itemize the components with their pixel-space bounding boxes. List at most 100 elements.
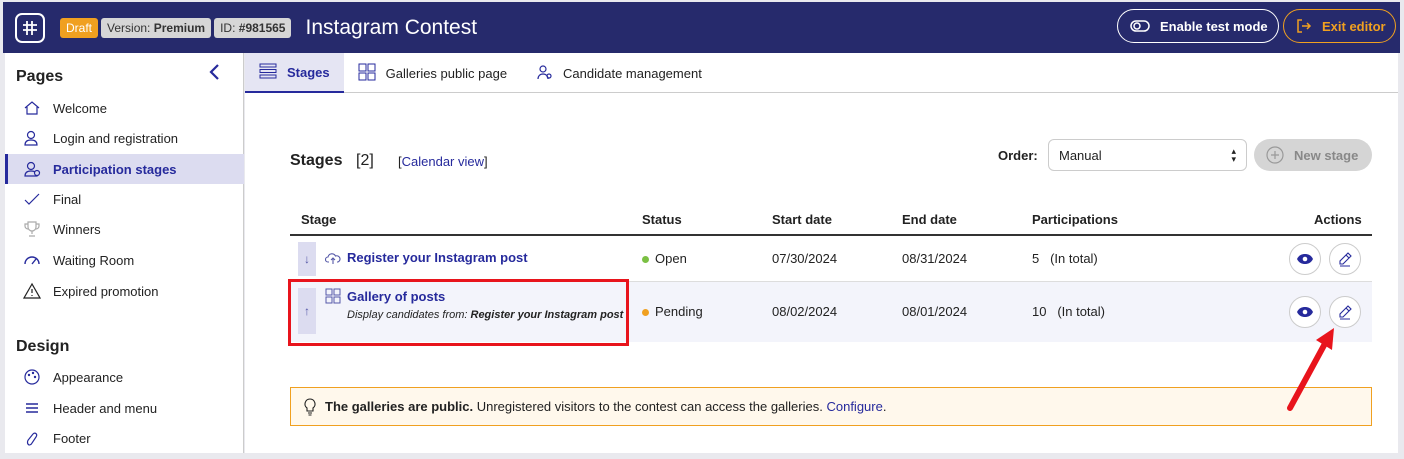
tab-label: Galleries public page bbox=[385, 65, 508, 81]
calendar-view-label: Calendar view bbox=[401, 154, 484, 169]
main-content: Stages Galleries public page Candidate m… bbox=[245, 53, 1398, 453]
sidebar-item-participation-stages[interactable]: Participation stages bbox=[5, 154, 244, 184]
cloud-upload-icon bbox=[325, 252, 341, 264]
stage-link[interactable]: Register your Instagram post bbox=[347, 250, 528, 265]
exit-editor-button[interactable]: Exit editor bbox=[1283, 9, 1396, 43]
sidebar-item-label: Participation stages bbox=[53, 161, 177, 177]
toggle-icon bbox=[1130, 20, 1150, 32]
table-row: ↓ Register your Instagram post Open 07/3… bbox=[290, 236, 1372, 282]
logo-icon[interactable] bbox=[15, 12, 45, 43]
sidebar-item-header-menu[interactable]: Header and menu bbox=[5, 393, 244, 423]
tab-label: Stages bbox=[287, 64, 330, 80]
sidebar-item-label: Appearance bbox=[53, 369, 124, 385]
sidebar-item-final[interactable]: Final bbox=[5, 184, 244, 214]
tab-stages[interactable]: Stages bbox=[245, 53, 344, 93]
column-header-start-date: Start date bbox=[772, 212, 832, 227]
sidebar-item-winners[interactable]: Winners bbox=[5, 214, 244, 244]
warning-icon bbox=[23, 282, 41, 300]
column-header-stage: Stage bbox=[301, 212, 337, 227]
column-header-status: Status bbox=[642, 212, 682, 227]
sidebar-item-welcome[interactable]: Welcome bbox=[5, 93, 244, 123]
home-icon bbox=[23, 99, 41, 117]
status-text: Open bbox=[655, 251, 687, 266]
start-date-cell: 07/30/2024 bbox=[772, 251, 838, 266]
sidebar-item-label: Login and registration bbox=[53, 130, 179, 146]
id-badge: ID: #981565 bbox=[214, 17, 292, 38]
tab-candidate-management[interactable]: Candidate management bbox=[521, 53, 716, 93]
palette-icon bbox=[23, 368, 41, 386]
sidebar: Pages Welcome Login and registration Par… bbox=[5, 53, 244, 453]
trophy-icon bbox=[23, 220, 41, 238]
eye-icon bbox=[1297, 307, 1313, 317]
notice-text: The galleries are public. Unregistered v… bbox=[325, 399, 886, 414]
sidebar-item-waiting-room[interactable]: Waiting Room bbox=[5, 245, 244, 275]
stages-count: [2] bbox=[356, 152, 374, 169]
sidebar-item-label: Welcome bbox=[53, 100, 107, 116]
order-value: Manual bbox=[1059, 147, 1102, 163]
column-header-actions: Actions bbox=[1314, 212, 1362, 227]
view-button[interactable] bbox=[1289, 243, 1321, 275]
sidebar-item-appearance[interactable]: Appearance bbox=[5, 362, 244, 392]
notice-body: Unregistered visitors to the contest can… bbox=[473, 399, 827, 414]
order-select[interactable]: Manual ▴ ▾ bbox=[1048, 139, 1247, 171]
stages-title: Stages bbox=[290, 152, 343, 169]
sidebar-item-login[interactable]: Login and registration bbox=[5, 123, 244, 153]
arrow-down-icon: ↓ bbox=[304, 252, 310, 266]
configure-link[interactable]: Configure bbox=[826, 399, 882, 414]
new-stage-label: New stage bbox=[1294, 147, 1359, 163]
participations-note: (In total) bbox=[1057, 304, 1105, 319]
exit-icon bbox=[1297, 19, 1312, 33]
page-title: Instagram Contest bbox=[305, 15, 478, 39]
enable-test-mode-button[interactable]: Enable test mode bbox=[1117, 9, 1279, 43]
status-text: Pending bbox=[655, 304, 703, 319]
grid-icon bbox=[358, 63, 376, 84]
check-icon bbox=[23, 190, 41, 208]
calendar-view-link[interactable]: [Calendar view] bbox=[398, 154, 488, 169]
gauge-icon bbox=[23, 251, 41, 269]
new-stage-button[interactable]: New stage bbox=[1254, 139, 1372, 171]
status-dot bbox=[642, 256, 649, 264]
id-prefix: ID: bbox=[220, 20, 236, 35]
version-value: Premium bbox=[153, 20, 206, 35]
bracket-close: ] bbox=[484, 154, 488, 169]
sidebar-item-footer[interactable]: Footer bbox=[5, 423, 244, 453]
id-value: #981565 bbox=[238, 20, 286, 35]
user-icon bbox=[23, 129, 41, 147]
participations-count: 5 bbox=[1032, 251, 1040, 266]
plus-circle-icon bbox=[1266, 146, 1284, 164]
tab-galleries-public-page[interactable]: Galleries public page bbox=[344, 53, 521, 93]
enable-test-mode-label: Enable test mode bbox=[1160, 18, 1268, 34]
sidebar-item-label: Expired promotion bbox=[53, 283, 159, 299]
order-label: Order: bbox=[998, 148, 1038, 163]
sidebar-item-label: Winners bbox=[53, 221, 101, 237]
pencil-icon bbox=[1339, 252, 1352, 267]
design-heading: Design bbox=[16, 338, 70, 355]
sidebar-item-label: Final bbox=[53, 191, 82, 207]
edit-button[interactable] bbox=[1329, 243, 1361, 275]
tab-label: Candidate management bbox=[563, 65, 702, 81]
end-date-cell: 08/31/2024 bbox=[902, 251, 968, 266]
participations-cell: 5 (In total) bbox=[1032, 251, 1098, 266]
annotation-highlight-box bbox=[288, 279, 629, 346]
draft-badge: Draft bbox=[60, 17, 99, 38]
version-prefix: Version: bbox=[107, 20, 151, 35]
participations-note: (In total) bbox=[1050, 251, 1098, 266]
annotation-arrow-icon bbox=[1287, 328, 1334, 411]
column-header-participations: Participations bbox=[1032, 212, 1118, 227]
stage-name-cell: Register your Instagram post bbox=[325, 250, 528, 265]
status-cell: Open bbox=[642, 251, 687, 266]
move-down-handle[interactable]: ↓ bbox=[298, 242, 316, 276]
pages-heading: Pages bbox=[16, 68, 64, 85]
collapse-sidebar-icon[interactable] bbox=[208, 63, 222, 84]
users-icon bbox=[535, 63, 553, 84]
list-icon bbox=[259, 63, 277, 82]
sidebar-item-expired-promotion[interactable]: Expired promotion bbox=[5, 276, 244, 306]
user-stage-icon bbox=[23, 160, 41, 178]
exit-editor-label: Exit editor bbox=[1322, 18, 1386, 34]
tab-bar: Stages Galleries public page Candidate m… bbox=[245, 53, 1398, 93]
sidebar-item-label: Footer bbox=[53, 430, 91, 446]
select-arrows-icon: ▴ ▾ bbox=[1231, 146, 1236, 164]
pencil-icon bbox=[1339, 305, 1352, 320]
footprint-icon bbox=[23, 429, 41, 447]
eye-icon bbox=[1297, 254, 1313, 264]
